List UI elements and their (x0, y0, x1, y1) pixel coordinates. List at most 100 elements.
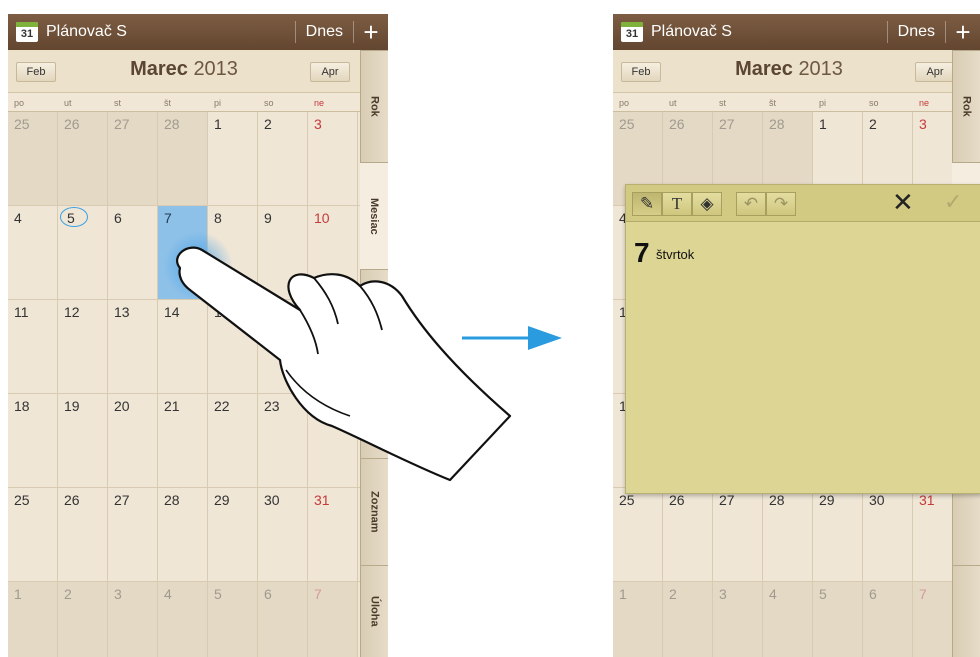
day-number: 19 (64, 398, 80, 414)
tab-rok[interactable]: Rok (360, 50, 388, 162)
day-cell[interactable]: 1 (208, 112, 258, 205)
day-number: 2 (669, 586, 677, 602)
day-cell[interactable]: 19 (58, 394, 108, 487)
day-cell[interactable]: 2 (663, 582, 713, 657)
redo-icon[interactable]: ↷ (766, 192, 796, 216)
day-cell[interactable]: 4 (763, 582, 813, 657)
day-number: 3 (314, 116, 322, 132)
day-cell[interactable]: 27 (713, 488, 763, 581)
day-number: 30 (869, 492, 885, 508)
day-number: 11 (14, 304, 29, 320)
handwriting-memo-popup[interactable]: ✎ T ◈ ↶ ↷ ✕ ✓ 7 štvrtok (625, 184, 980, 494)
week-row: 1 2 3 4 5 6 7 (8, 582, 360, 657)
day-cell[interactable]: 30 (863, 488, 913, 581)
day-cell[interactable]: 4 (8, 206, 58, 299)
close-icon[interactable]: ✕ (892, 187, 914, 218)
day-cell[interactable]: 28 (763, 488, 813, 581)
day-cell[interactable]: 6 (863, 582, 913, 657)
calendar-app-icon: 31 (16, 22, 38, 42)
day-number: 25 (14, 492, 30, 508)
day-cell[interactable]: 25 (613, 488, 663, 581)
week-row: 1 2 3 4 5 6 7 (613, 582, 965, 657)
day-cell[interactable]: 12 (58, 300, 108, 393)
day-number: 12 (64, 304, 80, 320)
tab-label: Rok (960, 96, 973, 117)
app-title: Plánovač S (651, 23, 732, 40)
day-number: 18 (14, 398, 30, 414)
day-cell[interactable]: 7 (308, 582, 358, 657)
day-number: 5 (819, 586, 827, 602)
day-number: 3 (114, 586, 122, 602)
day-number: 6 (264, 586, 272, 602)
day-number: 5 (67, 210, 75, 226)
tab-uloha[interactable]: Úloha (360, 565, 388, 657)
memo-day-number: 7 (634, 237, 650, 268)
day-cell[interactable]: 26 (58, 112, 108, 205)
day-cell[interactable]: 1 (613, 582, 663, 657)
weekday-label: ut (64, 98, 72, 108)
pen-icon[interactable]: ✎ (632, 192, 662, 216)
day-number: 25 (14, 116, 30, 132)
weekday-label: ut (669, 98, 677, 108)
add-event-button[interactable]: + (945, 19, 980, 45)
day-cell[interactable]: 27 (108, 112, 158, 205)
month-bar: Feb Marec 2013 Apr (8, 50, 360, 93)
calendar-app-icon: 31 (621, 22, 643, 42)
day-cell[interactable]: 4 (158, 582, 208, 657)
day-number: 25 (619, 116, 635, 132)
day-cell[interactable]: 11 (8, 300, 58, 393)
next-month-button[interactable]: Apr (915, 62, 955, 82)
month-name: Marec (735, 58, 793, 80)
weekday-label: po (619, 98, 630, 108)
action-bar: 31 Plánovač S Dnes + (8, 14, 388, 50)
weekday-label: so (869, 98, 879, 108)
day-cell[interactable]: 26 (58, 488, 108, 581)
today-button[interactable]: Dnes (294, 21, 353, 43)
day-number: 26 (669, 492, 685, 508)
day-number: 28 (164, 116, 180, 132)
day-cell[interactable]: 28 (158, 112, 208, 205)
day-number: 1 (819, 116, 827, 132)
day-number: 7 (919, 586, 927, 602)
weekday-header: po ut st št pi so ne (8, 93, 360, 112)
day-number: 1 (14, 586, 22, 602)
day-cell[interactable]: 25 (8, 488, 58, 581)
day-cell[interactable]: 26 (663, 488, 713, 581)
calendar-screen-after: 31 Plánovač S Dnes + Feb Marec 2013 Apr … (613, 14, 980, 657)
day-number: 2 (869, 116, 877, 132)
day-cell[interactable]: 3 (108, 582, 158, 657)
day-number: 6 (869, 586, 877, 602)
day-number: 7 (164, 210, 172, 226)
tab-rok[interactable]: Rok (952, 50, 980, 162)
weekday-label: st (114, 98, 122, 108)
day-number: 4 (164, 586, 172, 602)
tab-uloha[interactable] (952, 565, 980, 657)
day-number: 9 (264, 210, 272, 226)
day-cell[interactable]: 2 (58, 582, 108, 657)
check-icon[interactable]: ✓ (944, 189, 962, 215)
day-number: 28 (769, 492, 785, 508)
weekday-label: ne (314, 98, 325, 108)
day-number: 29 (819, 492, 835, 508)
weekday-label: pi (214, 98, 222, 108)
day-cell[interactable]: 3 (308, 112, 358, 205)
eraser-icon[interactable]: ◈ (692, 192, 722, 216)
add-event-button[interactable]: + (353, 19, 388, 45)
day-cell[interactable]: 25 (8, 112, 58, 205)
today-button[interactable]: Dnes (886, 21, 945, 43)
text-icon[interactable]: T (662, 192, 692, 216)
tab-label: Rok (368, 96, 381, 117)
day-cell[interactable]: 6 (258, 582, 308, 657)
day-cell[interactable]: 5 (58, 206, 108, 299)
day-cell[interactable]: 29 (813, 488, 863, 581)
day-number: 1 (619, 586, 627, 602)
next-month-button[interactable]: Apr (310, 62, 350, 82)
undo-icon[interactable]: ↶ (736, 192, 766, 216)
day-number: 27 (719, 116, 735, 132)
day-cell[interactable]: 1 (8, 582, 58, 657)
day-cell[interactable]: 5 (208, 582, 258, 657)
day-cell[interactable]: 3 (713, 582, 763, 657)
day-cell[interactable]: 5 (813, 582, 863, 657)
day-cell[interactable]: 2 (258, 112, 308, 205)
day-cell[interactable]: 18 (8, 394, 58, 487)
